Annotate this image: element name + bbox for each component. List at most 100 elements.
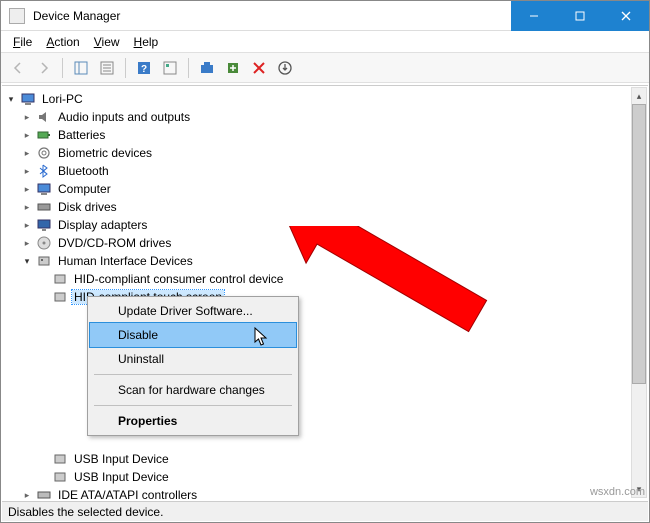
disable-button[interactable] — [248, 57, 270, 79]
audio-icon — [36, 109, 52, 125]
expand-icon[interactable] — [20, 164, 34, 178]
show-hide-tree-button[interactable] — [70, 57, 92, 79]
minimize-button[interactable] — [511, 1, 557, 31]
menu-item-label: Properties — [118, 414, 177, 428]
menu-disable[interactable]: Disable — [90, 323, 296, 347]
uninstall-button[interactable] — [274, 57, 296, 79]
toolbar: ? — [1, 53, 649, 83]
help-button[interactable]: ? — [133, 57, 155, 79]
scroll-up-icon[interactable]: ▴ — [632, 88, 646, 104]
category-label: Batteries — [56, 128, 107, 142]
tree-device-usb-input[interactable]: USB Input Device — [4, 450, 646, 468]
category-label: DVD/CD-ROM drives — [56, 236, 173, 250]
menu-item-label: Disable — [118, 328, 158, 342]
expand-icon[interactable] — [20, 182, 34, 196]
scrollbar-thumb[interactable] — [632, 104, 646, 384]
tree-category-ide[interactable]: IDE ATA/ATAPI controllers — [4, 486, 646, 500]
hid-device-icon — [52, 469, 68, 485]
tree-category-disk[interactable]: Disk drives — [4, 198, 646, 216]
menu-divider — [94, 405, 292, 406]
category-label: Biometric devices — [56, 146, 154, 160]
svg-text:?: ? — [141, 64, 147, 75]
titlebar: Device Manager — [1, 1, 649, 31]
expand-icon[interactable] — [20, 488, 34, 500]
window-controls — [511, 1, 649, 31]
close-button[interactable] — [603, 1, 649, 31]
back-button[interactable] — [7, 57, 29, 79]
category-label: Computer — [56, 182, 113, 196]
biometric-icon — [36, 145, 52, 161]
vertical-scrollbar[interactable]: ▴ ▾ — [631, 87, 647, 498]
menu-help[interactable]: Help — [128, 33, 165, 51]
hid-icon — [36, 253, 52, 269]
category-label: Human Interface Devices — [56, 254, 195, 268]
bluetooth-icon — [36, 163, 52, 179]
menu-properties[interactable]: Properties — [90, 409, 296, 433]
window-title: Device Manager — [33, 9, 511, 23]
menu-scan-hardware[interactable]: Scan for hardware changes — [90, 378, 296, 402]
statusbar: Disables the selected device. — [2, 501, 648, 521]
menu-item-label: Uninstall — [118, 352, 164, 366]
toolbar-separator — [188, 58, 189, 78]
computer-icon — [20, 91, 36, 107]
tree-category-dvd[interactable]: DVD/CD-ROM drives — [4, 234, 646, 252]
expand-icon[interactable] — [4, 92, 18, 106]
tree-category-display[interactable]: Display adapters — [4, 216, 646, 234]
expand-icon[interactable] — [20, 146, 34, 160]
disk-icon — [36, 199, 52, 215]
toolbar-separator — [125, 58, 126, 78]
app-icon — [9, 8, 25, 24]
category-label: Audio inputs and outputs — [56, 110, 192, 124]
expand-icon[interactable] — [20, 236, 34, 250]
tree-category-hid[interactable]: Human Interface Devices — [4, 252, 646, 270]
maximize-button[interactable] — [557, 1, 603, 31]
update-driver-button[interactable] — [222, 57, 244, 79]
expand-icon[interactable] — [20, 218, 34, 232]
expand-icon[interactable] — [20, 200, 34, 214]
menubar: File Action View Help — [1, 31, 649, 53]
dvd-icon — [36, 235, 52, 251]
hid-device-icon — [52, 451, 68, 467]
forward-button[interactable] — [33, 57, 55, 79]
properties-button[interactable] — [96, 57, 118, 79]
expand-icon[interactable] — [20, 254, 34, 268]
device-label: USB Input Device — [72, 452, 171, 466]
expand-icon[interactable] — [20, 128, 34, 142]
menu-view[interactable]: View — [88, 33, 126, 51]
toolbar-separator — [62, 58, 63, 78]
status-text: Disables the selected device. — [8, 505, 163, 519]
category-label: Disk drives — [56, 200, 119, 214]
menu-file[interactable]: File — [7, 33, 38, 51]
battery-icon — [36, 127, 52, 143]
watermark: wsxdn.com — [590, 486, 645, 498]
tree-category-batteries[interactable]: Batteries — [4, 126, 646, 144]
action-button[interactable] — [159, 57, 181, 79]
hid-device-icon — [52, 271, 68, 287]
hid-device-icon — [52, 289, 68, 305]
tree-category-computer[interactable]: Computer — [4, 180, 646, 198]
tree-device-usb-input[interactable]: USB Input Device — [4, 468, 646, 486]
menu-item-label: Scan for hardware changes — [118, 383, 265, 397]
ide-icon — [36, 487, 52, 500]
menu-action[interactable]: Action — [40, 33, 85, 51]
tree-category-biometric[interactable]: Biometric devices — [4, 144, 646, 162]
expand-icon[interactable] — [20, 110, 34, 124]
tree-category-audio[interactable]: Audio inputs and outputs — [4, 108, 646, 126]
menu-update-driver[interactable]: Update Driver Software... — [90, 299, 296, 323]
tree-root-label: Lori-PC — [40, 92, 85, 106]
category-label: Bluetooth — [56, 164, 111, 178]
menu-divider — [94, 374, 292, 375]
device-label: USB Input Device — [72, 470, 171, 484]
tree-root[interactable]: Lori-PC — [4, 90, 646, 108]
menu-uninstall[interactable]: Uninstall — [90, 347, 296, 371]
category-label: IDE ATA/ATAPI controllers — [56, 488, 199, 500]
device-label: HID-compliant consumer control device — [72, 272, 285, 286]
display-icon — [36, 217, 52, 233]
scan-hardware-button[interactable] — [196, 57, 218, 79]
menu-item-label: Update Driver Software... — [118, 304, 253, 318]
tree-device-consumer[interactable]: HID-compliant consumer control device — [4, 270, 646, 288]
device-tree[interactable]: Lori-PC Audio inputs and outputs Batteri… — [2, 85, 648, 500]
category-label: Display adapters — [56, 218, 149, 232]
computer-icon — [36, 181, 52, 197]
tree-category-bluetooth[interactable]: Bluetooth — [4, 162, 646, 180]
